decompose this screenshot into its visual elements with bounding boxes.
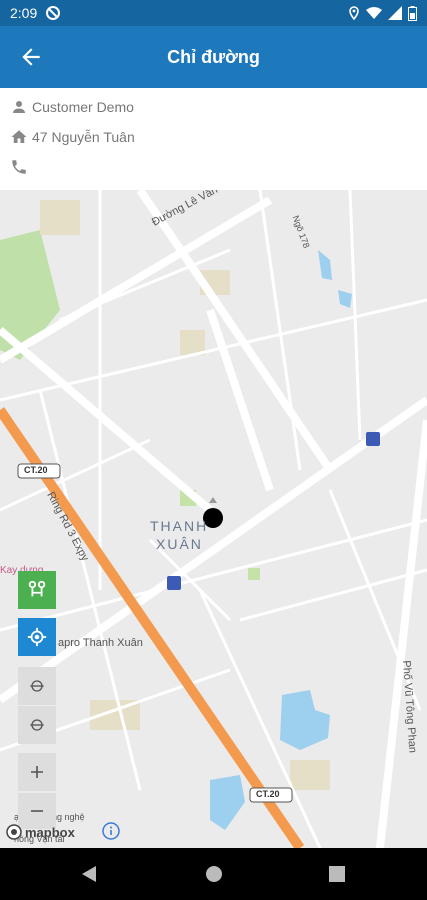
metro-station-icon[interactable] xyxy=(167,576,181,590)
signal-icon xyxy=(388,6,402,20)
rotate-button[interactable] xyxy=(18,706,56,744)
home-nav-icon[interactable] xyxy=(205,865,223,883)
directions-button[interactable] xyxy=(18,571,56,609)
customer-info-panel: Customer Demo 47 Nguyễn Tuân xyxy=(0,88,427,190)
park-area xyxy=(248,568,260,580)
back-arrow-icon[interactable] xyxy=(18,44,44,70)
my-location-button[interactable] xyxy=(18,618,56,656)
map-view[interactable]: CT.20 CT.20 Đường Lê Văn Lương Ngõ 178 R… xyxy=(0,190,427,848)
customer-row: Customer Demo xyxy=(10,98,134,116)
battery-icon xyxy=(408,5,417,21)
status-time: 2:09 xyxy=(10,5,38,21)
crosshair-icon xyxy=(27,627,47,647)
customer-name: Customer Demo xyxy=(32,99,134,115)
page-title: Chỉ đường xyxy=(167,46,260,67)
landuse-area xyxy=(290,760,330,790)
landuse-area xyxy=(40,200,80,235)
road-shield-label: CT.20 xyxy=(24,465,48,475)
location-icon xyxy=(349,6,359,20)
back-nav-icon[interactable] xyxy=(80,864,98,884)
mapbox-logo[interactable]: mapbox xyxy=(6,824,75,840)
plus-icon xyxy=(31,766,43,778)
info-icon[interactable] xyxy=(102,822,120,840)
address-row: 47 Nguyễn Tuân xyxy=(10,128,135,146)
do-not-disturb-icon xyxy=(46,6,61,20)
district-label: THANH xyxy=(150,518,209,534)
customer-address: 47 Nguyễn Tuân xyxy=(32,129,135,145)
home-icon xyxy=(11,130,27,143)
compass-button[interactable] xyxy=(18,667,56,705)
mapbox-icon xyxy=(6,824,22,840)
poi-label: apro Thanh Xuân xyxy=(58,637,143,649)
minus-icon xyxy=(31,810,43,812)
attribution-text: mapbox xyxy=(25,824,75,840)
app-bar: Chỉ đường xyxy=(0,26,427,88)
status-bar: 2:09 xyxy=(0,0,427,26)
district-label: XUÂN xyxy=(156,536,203,552)
road-shield-label: CT.20 xyxy=(256,789,280,799)
system-navigation-bar xyxy=(0,848,427,900)
zoom-in-button[interactable] xyxy=(18,753,56,791)
recents-nav-icon[interactable] xyxy=(329,866,345,882)
compass-icon xyxy=(30,680,44,692)
phone-row[interactable] xyxy=(10,158,32,176)
rotate-icon xyxy=(30,719,44,731)
metro-station-icon[interactable] xyxy=(366,432,380,446)
route-icon xyxy=(28,580,46,597)
phone-icon xyxy=(12,160,26,174)
landuse-area xyxy=(180,330,205,355)
wifi-icon xyxy=(366,7,382,19)
person-icon xyxy=(13,101,25,113)
